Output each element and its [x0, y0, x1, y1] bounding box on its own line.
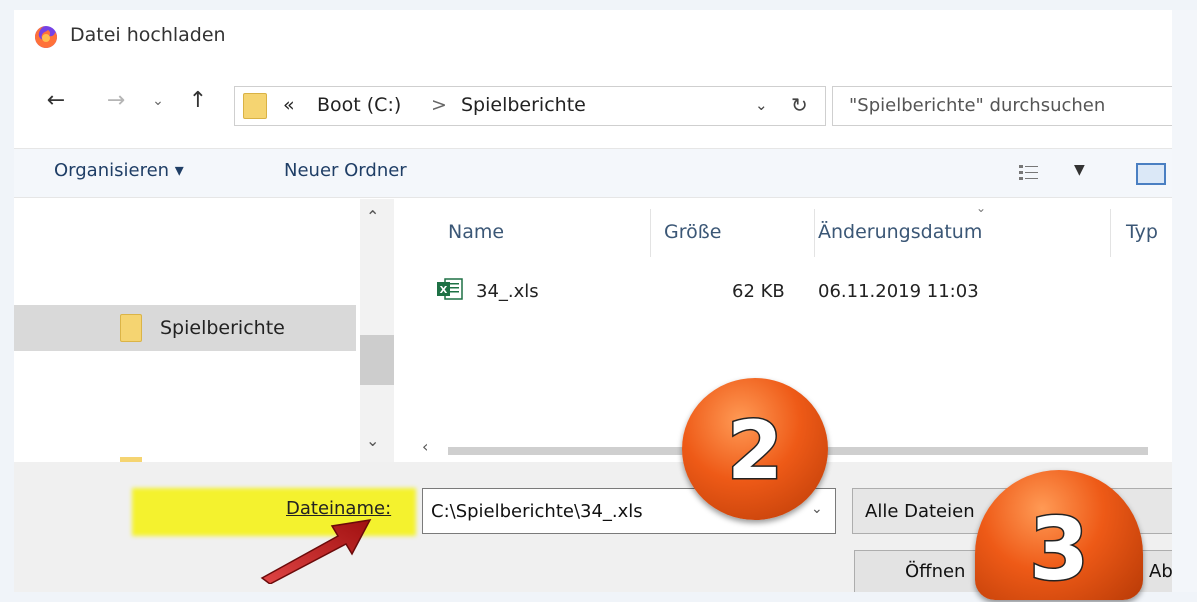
sort-indicator-icon: ⌄: [976, 201, 987, 215]
cancel-button[interactable]: Abbrechen: [1138, 550, 1172, 592]
scroll-down-icon[interactable]: ⌄: [366, 431, 379, 450]
folder-icon: [243, 93, 267, 119]
navigation-bar: ← → ⌄ ↑ « Boot (C:) > Spielberichte ⌄ ↻ …: [14, 74, 1172, 130]
forward-arrow-icon[interactable]: →: [102, 86, 130, 116]
breadcrumb-overflow[interactable]: «: [283, 94, 295, 116]
new-folder-button[interactable]: Neuer Ordner: [284, 160, 407, 181]
up-arrow-icon[interactable]: ↑: [184, 86, 212, 116]
organize-button[interactable]: Organisieren ▾: [54, 160, 184, 181]
file-size: 62 KB: [732, 281, 785, 302]
nav-pane-scrollbar[interactable]: ⌃ ⌄: [360, 199, 394, 462]
back-arrow-icon[interactable]: ←: [42, 86, 70, 116]
column-header-type[interactable]: Typ: [1126, 221, 1158, 243]
window-title: Datei hochladen: [70, 24, 226, 46]
file-type-value: Alle Dateien: [865, 501, 975, 522]
breadcrumb-separator[interactable]: >: [431, 94, 447, 116]
address-dropdown-chevron-icon[interactable]: ⌄: [755, 96, 768, 114]
nav-item-spielberichte[interactable]: Spielberichte: [160, 317, 285, 339]
filename-value: C:\Spielberichte\34_.xls: [431, 501, 643, 522]
open-button-label: Öffnen: [905, 561, 966, 582]
search-input[interactable]: "Spielberichte" durchsuchen: [832, 86, 1172, 126]
command-toolbar: Organisieren ▾ Neuer Ordner ▼: [14, 148, 1172, 198]
file-name[interactable]: 34_.xls: [476, 281, 539, 302]
filename-history-chevron-icon[interactable]: ⌄: [811, 501, 823, 517]
scrollbar-thumb[interactable]: [360, 335, 394, 385]
view-options-icon[interactable]: [1018, 163, 1040, 183]
svg-text:X: X: [440, 285, 448, 296]
title-bar: Datei hochladen: [14, 10, 1172, 66]
navigation-pane: Spielberichte ⌃ ⌄: [14, 199, 398, 463]
file-modified: 06.11.2019 11:03: [818, 281, 979, 302]
step-2-badge: 2: [682, 378, 828, 520]
column-header-name[interactable]: Name: [448, 221, 504, 243]
red-arrow-icon: [260, 519, 372, 584]
step-3-number: 3: [1028, 499, 1091, 602]
scroll-left-icon[interactable]: ‹: [422, 437, 428, 456]
excel-file-icon: X: [437, 278, 463, 300]
search-placeholder: "Spielberichte" durchsuchen: [849, 95, 1106, 116]
preview-pane-icon[interactable]: [1136, 163, 1166, 185]
cancel-button-label: Abbrechen: [1149, 561, 1172, 582]
breadcrumb-drive[interactable]: Boot (C:): [317, 94, 401, 116]
breadcrumb-folder[interactable]: Spielberichte: [461, 94, 586, 116]
column-header-size[interactable]: Größe: [664, 221, 721, 243]
column-separator[interactable]: [814, 209, 815, 257]
recent-locations-chevron-icon[interactable]: ⌄: [144, 86, 172, 116]
step-2-number: 2: [726, 403, 785, 499]
firefox-icon: [35, 26, 57, 48]
folder-icon: [120, 314, 142, 342]
window-edge: [1172, 10, 1197, 592]
view-options-dropdown-icon[interactable]: ▼: [1074, 162, 1085, 178]
refresh-icon[interactable]: ↻: [791, 93, 808, 117]
column-separator[interactable]: [650, 209, 651, 257]
column-separator[interactable]: [1110, 209, 1111, 257]
column-header-modified[interactable]: Änderungsdatum: [818, 221, 982, 243]
address-bar[interactable]: « Boot (C:) > Spielberichte ⌄ ↻: [234, 86, 826, 126]
scroll-up-icon[interactable]: ⌃: [366, 207, 379, 226]
